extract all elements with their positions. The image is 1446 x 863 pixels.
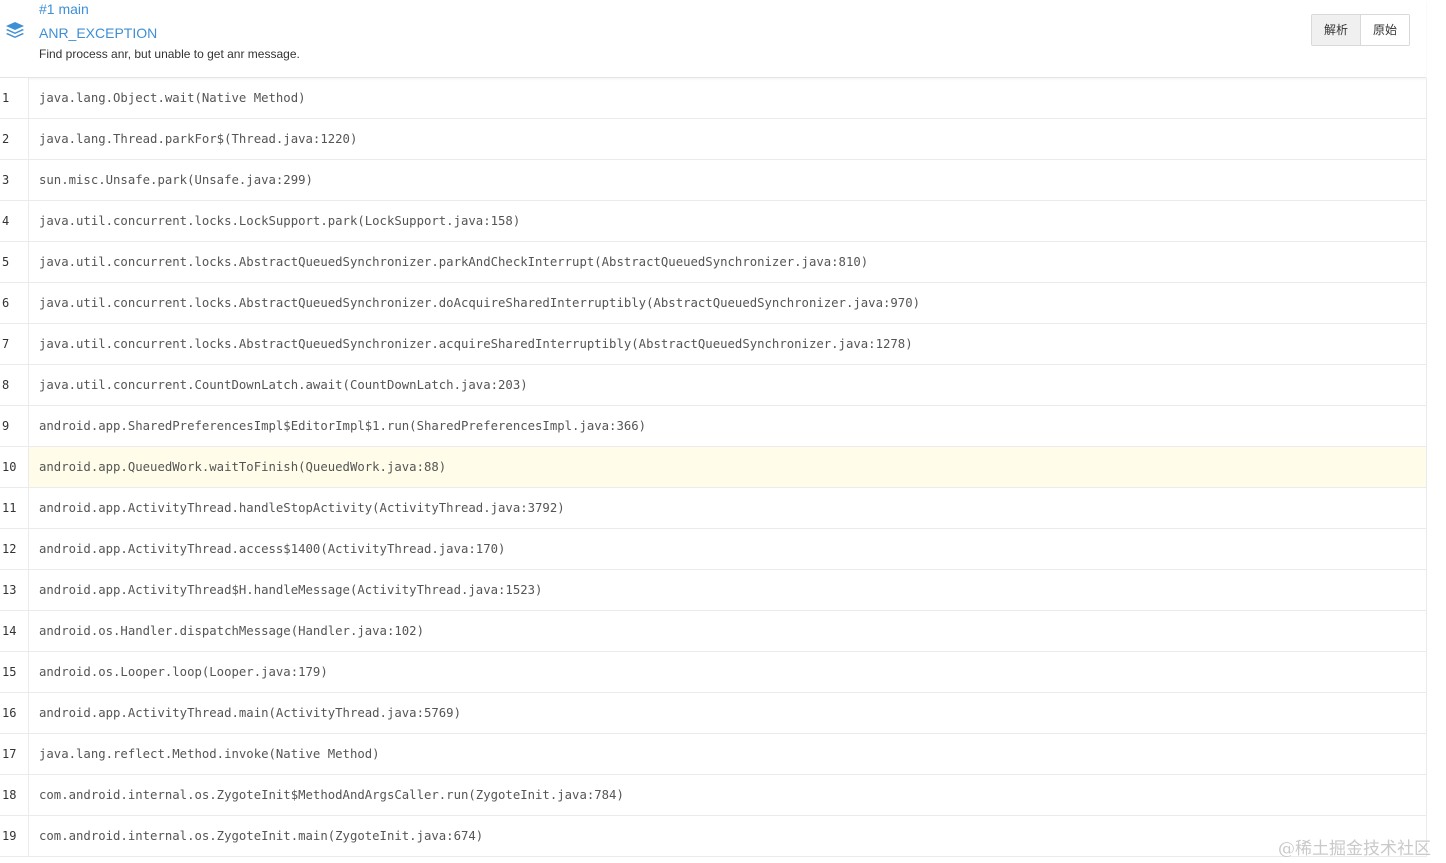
stack-frame-row[interactable]: 9 android.app.SharedPreferencesImpl$Edito… [0, 406, 1427, 447]
stack-frame-row[interactable]: 3 sun.misc.Unsafe.park(Unsafe.java:299) [0, 160, 1427, 201]
line-number: 6 [2, 296, 10, 310]
stack-frame-text: java.util.concurrent.locks.AbstractQueue… [39, 255, 869, 269]
line-number: 8 [2, 378, 10, 392]
line-number: 17 [2, 747, 17, 761]
stack-frame-text: android.app.ActivityThread$H.handleMessa… [39, 583, 543, 597]
line-number: 19 [2, 829, 17, 843]
stack-frame-text: android.app.ActivityThread.handleStopAct… [39, 501, 565, 515]
stack-trace-list: 1 java.lang.Object.wait(Native Method) 2 ja… [0, 78, 1427, 857]
line-number: 13 [2, 583, 17, 597]
stack-frame-text: android.app.SharedPreferencesImpl$Editor… [39, 419, 647, 433]
line-number: 14 [2, 624, 17, 638]
stack-frame-text: com.android.internal.os.ZygoteInit.main(… [39, 829, 484, 843]
stack-frame-text: java.util.concurrent.locks.AbstractQueue… [39, 296, 920, 310]
line-number: 18 [2, 788, 17, 802]
stack-frame-row[interactable]: 14 android.os.Handler.dispatchMessage(Han… [0, 611, 1427, 652]
stack-frame-row[interactable]: 4 java.util.concurrent.locks.LockSupport.… [0, 201, 1427, 242]
stack-frame-text: sun.misc.Unsafe.park(Unsafe.java:299) [39, 173, 313, 187]
line-number: 15 [2, 665, 17, 679]
exception-type: ANR_EXCEPTION [39, 25, 158, 41]
raw-button[interactable]: 原始 [1361, 15, 1410, 45]
watermark: @稀土掘金技术社区 [1278, 839, 1431, 859]
line-number: 11 [2, 501, 17, 515]
stack-frame-row[interactable]: 7 java.util.concurrent.locks.AbstractQueu… [0, 324, 1427, 365]
stack-frame-row[interactable]: 1 java.lang.Object.wait(Native Method) [0, 78, 1427, 119]
line-number: 10 [2, 460, 17, 474]
stack-frame-row[interactable]: 2 java.lang.Thread.parkFor$(Thread.java:1… [0, 119, 1427, 160]
view-mode-toggle: 解析 原始 [1311, 14, 1411, 46]
stack-frame-row[interactable]: 18 com.android.internal.os.ZygoteInit$Met… [0, 775, 1427, 816]
stack-frame-row[interactable]: 17 java.lang.reflect.Method.invoke(Native… [0, 734, 1427, 775]
stack-frame-row[interactable]: 10 android.app.QueuedWork.waitToFinish(Qu… [0, 447, 1427, 488]
stack-frame-text: java.lang.Thread.parkFor$(Thread.java:12… [39, 132, 358, 146]
stack-frame-row[interactable]: 16 android.app.ActivityThread.main(Activi… [0, 693, 1427, 734]
line-number: 4 [2, 214, 10, 228]
stack-frame-row[interactable]: 6 java.util.concurrent.locks.AbstractQueu… [0, 283, 1427, 324]
line-number: 1 [2, 91, 10, 105]
stack-frame-text: android.os.Handler.dispatchMessage(Handl… [39, 624, 424, 638]
line-number: 9 [2, 419, 10, 433]
stack-frame-text: android.os.Looper.loop(Looper.java:179) [39, 665, 328, 679]
stack-frame-text: java.lang.reflect.Method.invoke(Native M… [39, 747, 380, 761]
line-number: 12 [2, 542, 17, 556]
line-number: 2 [2, 132, 10, 146]
stack-frame-row[interactable]: 8 java.util.concurrent.CountDownLatch.awa… [0, 365, 1427, 406]
stack-frame-text: com.android.internal.os.ZygoteInit$Metho… [39, 788, 624, 802]
stack-frame-row[interactable]: 15 android.os.Looper.loop(Looper.java:179… [0, 652, 1427, 693]
line-number: 3 [2, 173, 10, 187]
line-number: 16 [2, 706, 17, 720]
parse-button[interactable]: 解析 [1312, 15, 1362, 45]
line-number: 7 [2, 337, 10, 351]
stack-frame-text: android.app.ActivityThread.access$1400(A… [39, 542, 506, 556]
stack-frame-text: android.app.ActivityThread.main(Activity… [39, 706, 461, 720]
stack-frame-row[interactable]: 19 com.android.internal.os.ZygoteInit.mai… [0, 816, 1427, 857]
thread-name: #1 main [39, 1, 89, 17]
exception-message: Find process anr, but unable to get anr … [39, 47, 300, 61]
line-number: 5 [2, 255, 10, 269]
stack-frame-text: java.lang.Object.wait(Native Method) [39, 91, 306, 105]
stack-frame-row[interactable]: 11 android.app.ActivityThread.handleStopA… [0, 488, 1427, 529]
stack-frame-text: java.util.concurrent.locks.AbstractQueue… [39, 337, 913, 351]
layers-icon [6, 22, 24, 38]
exception-header: #1 main ANR_EXCEPTION Find process anr, … [0, 0, 1426, 78]
stack-frame-text: android.app.QueuedWork.waitToFinish(Queu… [39, 460, 447, 474]
stack-frame-row[interactable]: 12 android.app.ActivityThread.access$1400… [0, 529, 1427, 570]
stack-frame-row[interactable]: 13 android.app.ActivityThread$H.handleMes… [0, 570, 1427, 611]
stack-frame-text: java.util.concurrent.locks.LockSupport.p… [39, 214, 521, 228]
stack-frame-row[interactable]: 5 java.util.concurrent.locks.AbstractQueu… [0, 242, 1427, 283]
stack-frame-text: java.util.concurrent.CountDownLatch.awai… [39, 378, 528, 392]
